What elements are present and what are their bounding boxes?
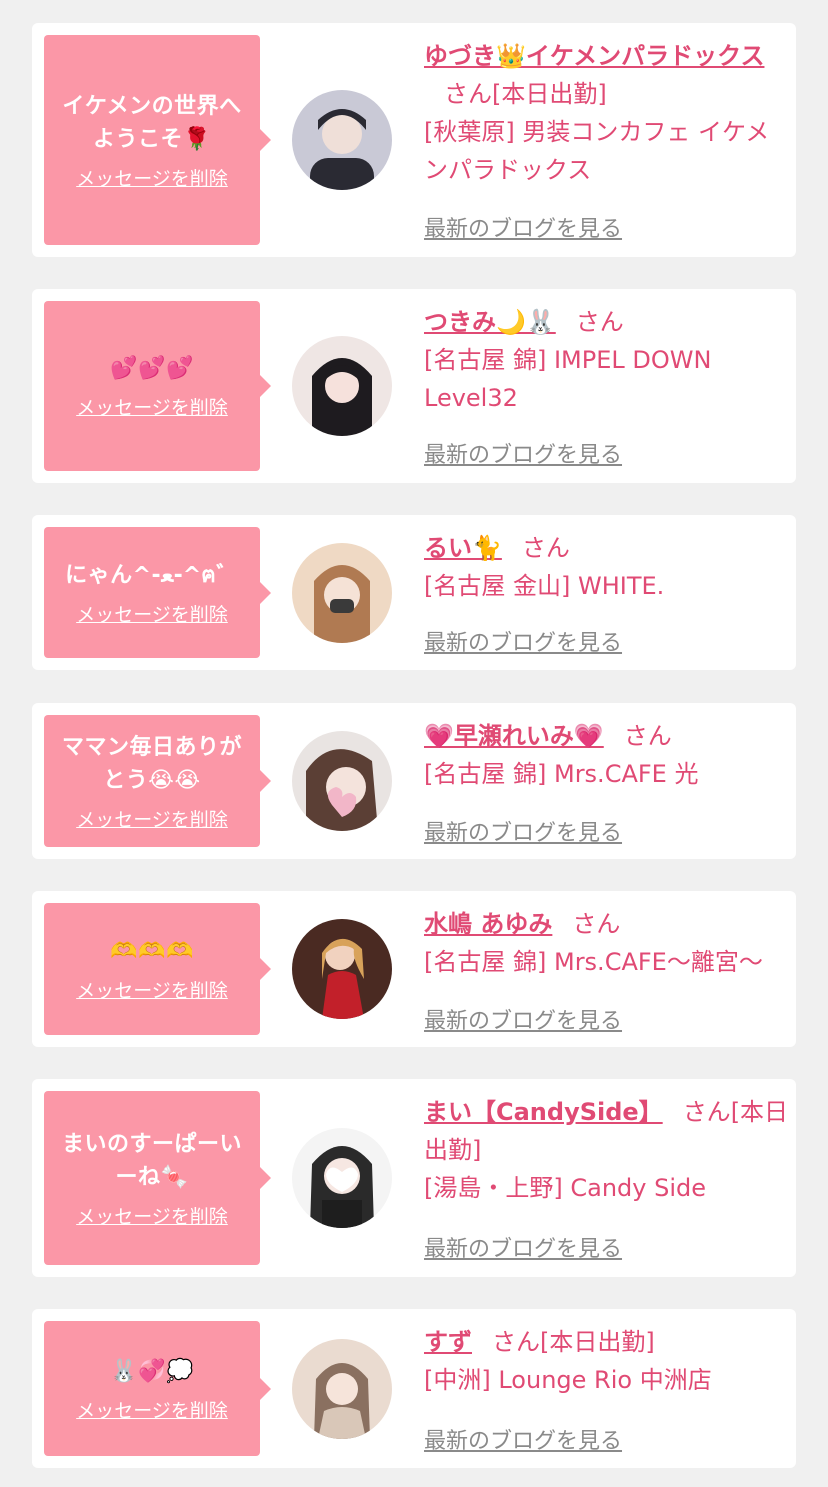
delete-message-link[interactable]: メッセージを削除 — [76, 1396, 228, 1423]
status-label: [本日出勤] — [540, 1328, 655, 1356]
cast-name-link[interactable]: すず — [424, 1328, 472, 1356]
cast-name-line: ゆづき👑イケメンパラドックスさん[本日出勤] — [424, 37, 792, 113]
honorific: さん — [572, 910, 621, 938]
area-shop: [名古屋 錦] Mrs.CAFE〜離宮〜 — [424, 948, 763, 976]
message-text: にゃん^-ﻌ-^ฅ゛ — [65, 562, 239, 588]
honorific: さん — [492, 1328, 540, 1356]
message-card: イケメンの世界へ ようこそ🌹 メッセージを削除 ゆづき👑イケメンパラドックスさん… — [32, 23, 796, 257]
status-label: [本日出勤] — [492, 80, 607, 108]
cast-name-line: すず さん[本日出勤] — [424, 1323, 792, 1361]
cast-name-line: まい【CandySide】 さん[本日出勤] — [424, 1093, 792, 1169]
message-card: 💕💕💕 メッセージを削除 つきみ🌙🐰 さん [名古屋 錦] IMPEL DOWN … — [32, 289, 796, 483]
area-shop: [名古屋 錦] Mrs.CAFE 光 — [424, 760, 699, 788]
honorific: さん — [682, 1098, 731, 1126]
cast-info: 水嶋 あゆみ さん [名古屋 錦] Mrs.CAFE〜離宮〜 — [424, 905, 792, 981]
message-card: 🐰💞💭 メッセージを削除 すず さん[本日出勤] [中洲] Lounge Rio … — [32, 1309, 796, 1468]
delete-message-link[interactable]: メッセージを削除 — [76, 600, 228, 627]
honorific: さん — [623, 722, 672, 750]
avatar[interactable] — [292, 1339, 392, 1439]
latest-blog-link[interactable]: 最新のブログを見る — [424, 1231, 622, 1263]
message-text: 💕💕💕 — [110, 356, 194, 381]
cast-info: すず さん[本日出勤] [中洲] Lounge Rio 中洲店 — [424, 1323, 792, 1399]
message-text: 🐰💞💭 — [110, 1358, 194, 1384]
cast-info: つきみ🌙🐰 さん [名古屋 錦] IMPEL DOWN Level32 — [424, 303, 792, 417]
latest-blog-link[interactable]: 最新のブログを見る — [424, 1003, 622, 1035]
message-bubble: にゃん^-ﻌ-^ฅ゛ メッセージを削除 — [44, 527, 271, 658]
cast-name-line: るい🐈 さん — [424, 529, 792, 567]
delete-message-link[interactable]: メッセージを削除 — [76, 976, 228, 1003]
message-bubble: 🫶🫶🫶 メッセージを削除 — [44, 903, 271, 1035]
area-shop: [中洲] Lounge Rio 中洲店 — [424, 1366, 712, 1394]
avatar[interactable] — [292, 336, 392, 436]
cast-name-link[interactable]: るい🐈 — [424, 534, 502, 562]
message-card: 🫶🫶🫶 メッセージを削除 水嶋 あゆみ さん [名古屋 錦] Mrs.CAFE〜離… — [32, 891, 796, 1047]
cast-info: 💗早瀬れいみ💗 さん [名古屋 錦] Mrs.CAFE 光 — [424, 717, 792, 793]
cast-name-link[interactable]: つきみ🌙🐰 — [424, 308, 556, 336]
delete-message-link[interactable]: メッセージを削除 — [76, 164, 228, 191]
cast-name-line: つきみ🌙🐰 さん — [424, 303, 792, 341]
cast-info: ゆづき👑イケメンパラドックスさん[本日出勤] [秋葉原] 男装コンカフェ イケメ… — [424, 37, 792, 189]
latest-blog-link[interactable]: 最新のブログを見る — [424, 625, 622, 657]
honorific: さん — [575, 308, 624, 336]
honorific: さん — [521, 534, 570, 562]
message-text: まいのすーぱーい ーね🍬 — [61, 1131, 242, 1190]
latest-blog-link[interactable]: 最新のブログを見る — [424, 1423, 622, 1455]
cast-info: るい🐈 さん [名古屋 金山] WHITE. — [424, 529, 792, 605]
cast-name-link[interactable]: 水嶋 あゆみ — [424, 910, 552, 938]
cast-name-line: 水嶋 あゆみ さん — [424, 905, 792, 943]
message-list: イケメンの世界へ ようこそ🌹 メッセージを削除 ゆづき👑イケメンパラドックスさん… — [0, 0, 828, 1487]
avatar[interactable] — [292, 731, 392, 831]
area-shop: [湯島・上野] Candy Side — [424, 1174, 706, 1202]
avatar[interactable] — [292, 1128, 392, 1228]
delete-message-link[interactable]: メッセージを削除 — [76, 1202, 228, 1229]
message-card: ママン毎日ありが とう😭😭 メッセージを削除 💗早瀬れいみ💗 さん [名古屋 錦]… — [32, 703, 796, 859]
message-bubble: 💕💕💕 メッセージを削除 — [44, 301, 271, 471]
cast-info: まい【CandySide】 さん[本日出勤] [湯島・上野] Candy Side — [424, 1093, 792, 1207]
latest-blog-link[interactable]: 最新のブログを見る — [424, 211, 622, 243]
latest-blog-link[interactable]: 最新のブログを見る — [424, 437, 622, 469]
message-card: にゃん^-ﻌ-^ฅ゛ メッセージを削除 るい🐈 さん [名古屋 金山] WHITE… — [32, 515, 796, 670]
honorific: さん — [444, 80, 492, 108]
area-shop: [名古屋 錦] IMPEL DOWN Level32 — [424, 346, 712, 412]
cast-name-link[interactable]: 💗早瀬れいみ💗 — [424, 722, 604, 750]
message-bubble: 🐰💞💭 メッセージを削除 — [44, 1321, 271, 1456]
message-card: まいのすーぱーい ーね🍬 メッセージを削除 まい【CandySide】 さん[本日… — [32, 1079, 796, 1277]
avatar[interactable] — [292, 543, 392, 643]
avatar[interactable] — [292, 919, 392, 1019]
delete-message-link[interactable]: メッセージを削除 — [76, 805, 228, 832]
area-shop: [秋葉原] 男装コンカフェ イケメンパラドックス — [424, 118, 770, 184]
message-bubble: イケメンの世界へ ようこそ🌹 メッセージを削除 — [44, 35, 271, 245]
cast-name-link[interactable]: ゆづき👑イケメンパラドックス — [424, 42, 764, 70]
message-text: ママン毎日ありが とう😭😭 — [61, 734, 242, 793]
cast-name-line: 💗早瀬れいみ💗 さん — [424, 717, 792, 755]
cast-name-link[interactable]: まい【CandySide】 — [424, 1098, 663, 1126]
latest-blog-link[interactable]: 最新のブログを見る — [424, 815, 622, 847]
message-bubble: ママン毎日ありが とう😭😭 メッセージを削除 — [44, 715, 271, 847]
avatar[interactable] — [292, 90, 392, 190]
delete-message-link[interactable]: メッセージを削除 — [76, 393, 228, 420]
area-shop: [名古屋 金山] WHITE. — [424, 572, 665, 600]
message-bubble: まいのすーぱーい ーね🍬 メッセージを削除 — [44, 1091, 271, 1265]
message-text: 🫶🫶🫶 — [110, 939, 194, 964]
message-text: イケメンの世界へ ようこそ🌹 — [62, 93, 242, 152]
